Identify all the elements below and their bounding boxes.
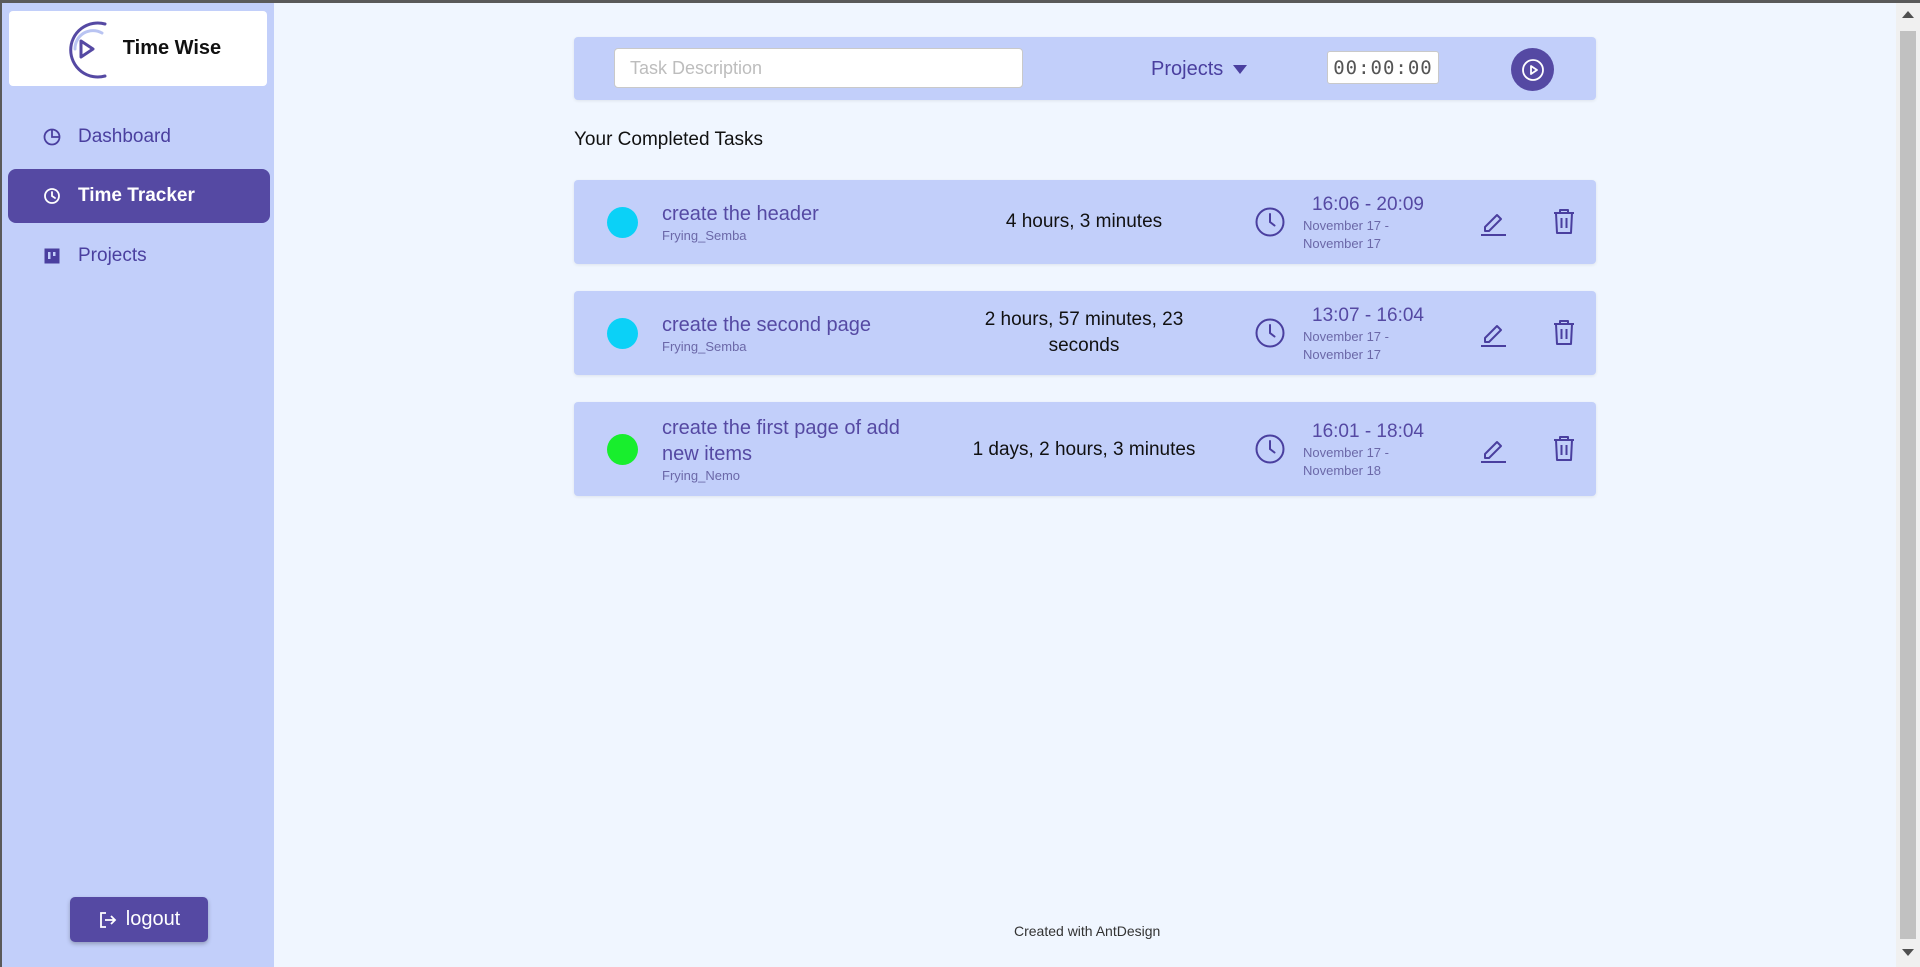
vertical-scrollbar[interactable]	[1896, 3, 1920, 967]
task-name: create the header	[662, 203, 819, 225]
timer-display: 00:00:00	[1327, 51, 1439, 84]
sidebar: Time Wise Dashboard Time Tracker Project…	[2, 3, 274, 967]
task-date-range: November 17 - November 17	[1303, 329, 1389, 362]
app-name: Time Wise	[122, 37, 222, 59]
edit-icon[interactable]	[1478, 207, 1508, 237]
sidebar-item-dashboard[interactable]: Dashboard	[8, 110, 270, 164]
play-icon	[1521, 58, 1544, 81]
logo-icon	[69, 21, 107, 78]
sidebar-item-label: Dashboard	[78, 126, 171, 147]
scrollbar-thumb[interactable]	[1900, 31, 1916, 939]
logout-button[interactable]: logout	[70, 897, 208, 942]
caret-down-icon	[1233, 64, 1248, 74]
edit-icon[interactable]	[1478, 318, 1508, 348]
task-time-range: 16:01 - 18:04	[1312, 421, 1424, 442]
task-duration: 1 days, 2 hours, 3 minutes	[972, 439, 1196, 460]
trash-icon[interactable]	[1550, 317, 1578, 347]
task-duration: 2 hours, 57 minutes, 23 seconds	[984, 309, 1184, 356]
task-entry-bar: Projects 00:00:00	[574, 37, 1596, 100]
logout-label: logout	[125, 908, 181, 930]
task-time-range: 13:07 - 16:04	[1312, 305, 1424, 326]
scroll-up-arrow-icon[interactable]	[1902, 11, 1914, 18]
completed-tasks-heading: Your Completed Tasks	[574, 129, 764, 150]
task-name: create the second page	[662, 314, 872, 336]
task-date-range: November 17 - November 17	[1303, 218, 1389, 251]
clock-icon	[1255, 434, 1285, 464]
window-top-border	[0, 0, 1920, 3]
task-time-range: 16:06 - 20:09	[1312, 194, 1424, 215]
trash-icon[interactable]	[1550, 433, 1578, 463]
projects-dropdown-label: Projects	[1151, 57, 1224, 80]
task-description-input[interactable]	[614, 48, 1023, 88]
project-board-icon	[42, 246, 62, 266]
project-color-dot	[607, 434, 638, 465]
project-color-dot	[607, 207, 638, 238]
task-card: create the header Frying_Semba 4 hours, …	[574, 180, 1596, 264]
task-duration: 4 hours, 3 minutes	[1005, 211, 1163, 232]
sidebar-item-time-tracker[interactable]: Time Tracker	[8, 169, 270, 223]
task-date-range: November 17 - November 18	[1303, 445, 1389, 478]
projects-dropdown[interactable]: Projects	[1151, 51, 1248, 87]
trash-icon[interactable]	[1550, 206, 1578, 236]
clock-icon	[1255, 318, 1285, 348]
sidebar-item-label: Time Tracker	[78, 185, 195, 206]
project-color-dot	[607, 318, 638, 349]
clock-icon	[42, 186, 62, 206]
sidebar-item-label: Projects	[78, 245, 147, 266]
footer-credit: Created with AntDesign	[1014, 923, 1161, 939]
scroll-down-arrow-icon[interactable]	[1902, 949, 1914, 956]
edit-icon[interactable]	[1478, 434, 1508, 464]
logo[interactable]: Time Wise	[9, 11, 267, 86]
task-project: Frying_Semba	[662, 339, 747, 354]
pie-chart-icon	[42, 127, 62, 147]
clock-icon	[1255, 207, 1285, 237]
task-card: create the second page Frying_Semba 2 ho…	[574, 291, 1596, 375]
task-project: Frying_Nemo	[662, 468, 741, 483]
task-name: create the first page of add new items	[662, 417, 900, 465]
start-timer-button[interactable]	[1511, 48, 1554, 91]
logout-icon	[99, 911, 117, 928]
task-project: Frying_Semba	[662, 228, 747, 243]
task-card: create the first page of add new items F…	[574, 402, 1596, 496]
sidebar-item-projects[interactable]: Projects	[8, 229, 270, 283]
